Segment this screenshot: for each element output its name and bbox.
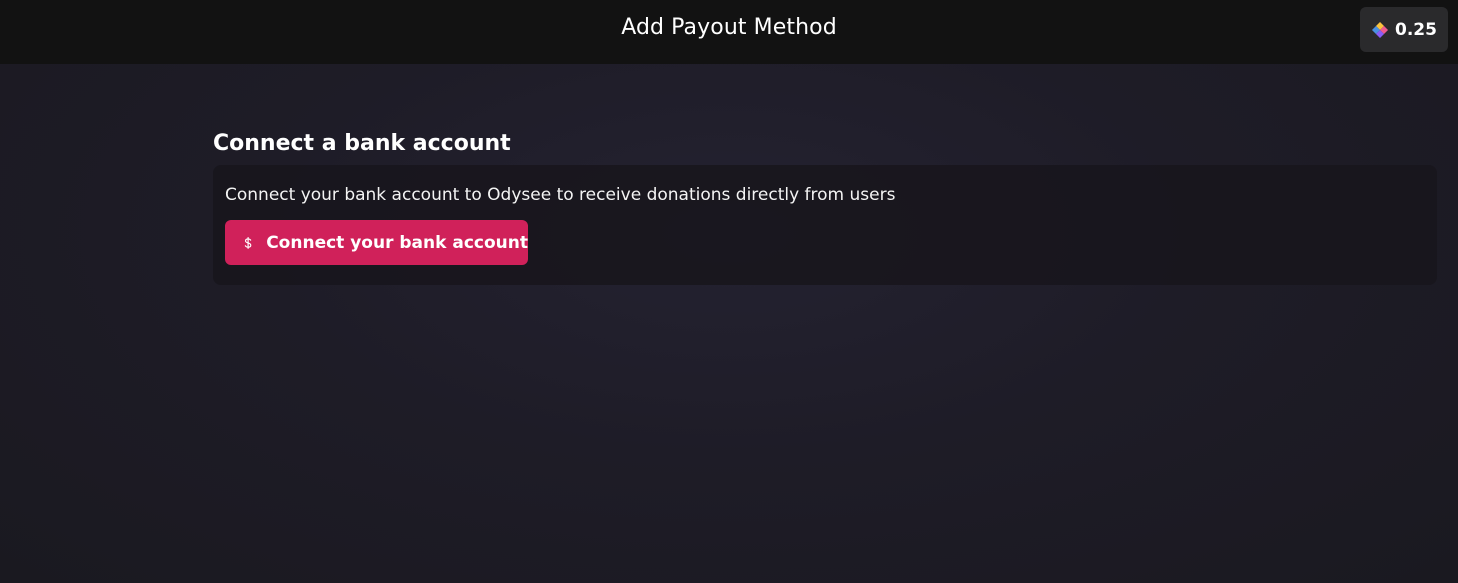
header-bar: Add Payout Method 0.25 [0, 0, 1458, 64]
connect-bank-account-button[interactable]: Connect your bank account [225, 220, 528, 265]
page-title: Add Payout Method [621, 15, 837, 40]
connect-button-label: Connect your bank account [266, 232, 528, 253]
section-title: Connect a bank account [213, 131, 511, 156]
credit-balance-value: 0.25 [1395, 19, 1437, 40]
bank-account-card: Connect your bank account to Odysee to r… [213, 165, 1437, 285]
page: Add Payout Method 0.25 Connect a bank ac… [0, 0, 1458, 583]
credits-icon [1372, 21, 1389, 38]
card-description: Connect your bank account to Odysee to r… [225, 185, 896, 205]
dollar-icon [244, 236, 252, 249]
credit-balance-button[interactable]: 0.25 [1360, 7, 1448, 52]
